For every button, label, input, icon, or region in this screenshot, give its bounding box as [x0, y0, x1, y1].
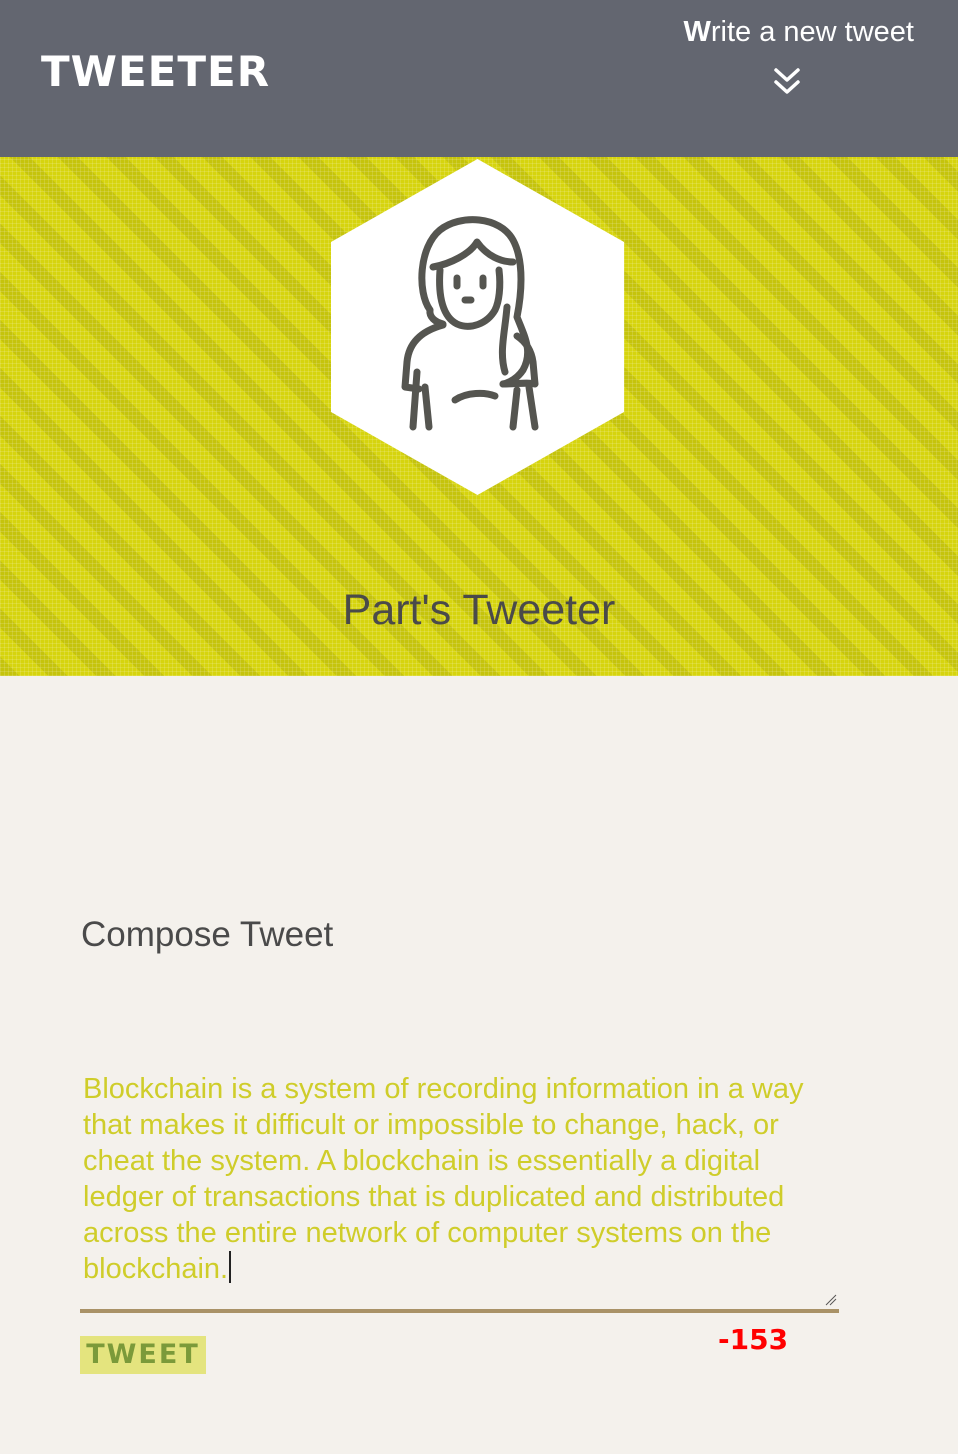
write-link-first-letter: W — [683, 16, 711, 48]
brand-logo: TWEETER — [41, 47, 271, 96]
tweet-textarea-content: Blockchain is a system of recording info… — [83, 1071, 835, 1287]
write-link-rest: rite a new tweet — [710, 16, 914, 48]
resize-grip-icon[interactable] — [825, 1294, 837, 1306]
woman-avatar-icon — [401, 216, 539, 431]
profile-header: Part's Tweeter — [0, 157, 958, 676]
tweet-submit-button[interactable]: TWEET — [80, 1336, 206, 1374]
profile-handle: Part's Tweeter — [342, 586, 616, 634]
tweet-textarea[interactable]: Blockchain is a system of recording info… — [80, 1068, 839, 1313]
write-new-tweet-link[interactable]: Write a new tweet — [684, 14, 914, 50]
character-counter: -153 — [718, 1323, 789, 1356]
top-nav: TWEETER Write a new tweet — [0, 0, 958, 157]
tweet-text-value: Blockchain is a system of recording info… — [83, 1073, 812, 1285]
compose-title: Compose Tweet — [81, 915, 334, 954]
text-caret — [229, 1251, 232, 1283]
double-chevron-down-icon[interactable] — [772, 66, 802, 98]
